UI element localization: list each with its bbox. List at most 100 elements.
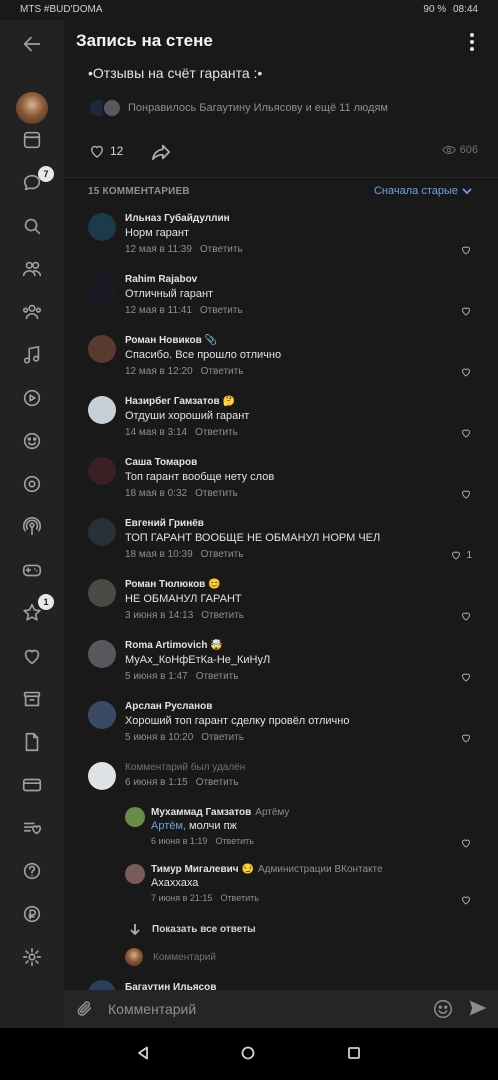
comment-date: 12 мая в 11:39 — [125, 244, 192, 255]
comment-like-button[interactable] — [460, 836, 472, 854]
heart-icon — [462, 246, 470, 255]
avatar[interactable] — [88, 396, 116, 424]
recents-square-icon[interactable] — [347, 1046, 363, 1062]
payments-icon[interactable] — [20, 773, 44, 797]
avatar[interactable] — [88, 274, 116, 302]
comment-like-button[interactable] — [460, 488, 472, 500]
emoji-icon[interactable] — [432, 998, 454, 1025]
games-icon[interactable] — [20, 429, 44, 453]
reply-button[interactable]: Ответить — [201, 732, 244, 743]
reply-button[interactable]: Ответить — [195, 427, 238, 438]
back-triangle-icon[interactable] — [136, 1046, 152, 1062]
comment-author[interactable]: Назирбег Гамзатов 🤔 — [125, 396, 235, 407]
liked-by-row[interactable]: Понравилось Багаутину Ильясову и ещё 11 … — [88, 98, 388, 118]
comment-text-body: молчи пж — [186, 820, 237, 832]
avatar[interactable] — [88, 335, 116, 363]
post-actions: 12 606 — [88, 142, 478, 164]
reply-button[interactable]: Ответить — [200, 244, 243, 255]
sort-dropdown[interactable]: Сначала старые — [374, 185, 472, 197]
comment-author[interactable]: Саша Томаров — [125, 457, 197, 468]
podcasts-icon[interactable] — [20, 515, 44, 539]
comment-author-name: Арслан Русланов — [125, 701, 213, 712]
comment-date: 12 мая в 12:20 — [125, 366, 193, 377]
comment-author[interactable]: Rahim Rajabov — [125, 274, 197, 285]
comment-like-button[interactable] — [460, 427, 472, 439]
wishlist-icon[interactable] — [20, 816, 44, 840]
comment-text: Артём, молчи пж — [151, 820, 237, 832]
avatar[interactable] — [88, 701, 116, 729]
reply-button[interactable]: Ответить — [196, 777, 239, 788]
status-emoji: 😏 — [241, 864, 254, 875]
avatar[interactable] — [88, 640, 116, 668]
reply-button[interactable]: Ответить — [200, 305, 243, 316]
comment-author[interactable]: Арслан Русланов — [125, 701, 212, 712]
comment-author[interactable]: Roma Artimovich 🤯 — [125, 640, 223, 651]
music-icon[interactable] — [20, 343, 44, 367]
reply-button[interactable]: Ответить — [201, 366, 244, 377]
comment-author[interactable]: Мухаммад Гамзатов Артёму — [151, 807, 289, 818]
comment-author[interactable]: Ильназ Губайдуллин — [125, 213, 230, 224]
avatar[interactable] — [125, 864, 145, 884]
comment-like-button[interactable] — [460, 366, 472, 378]
avatar[interactable] — [88, 457, 116, 485]
comment-meta: 7 июня в 21:15 Ответить — [151, 893, 259, 903]
comment-author[interactable]: Евгений Гринёв — [125, 518, 204, 529]
likes-icon[interactable] — [20, 644, 44, 668]
avatar[interactable] — [125, 807, 145, 827]
comment-author[interactable]: Тимур Мигалевич 😏 Администрации ВКонтакте — [151, 864, 383, 875]
help-icon[interactable] — [20, 859, 44, 883]
show-all-replies-button[interactable]: Показать все ответы — [130, 923, 256, 935]
friends-icon[interactable] — [20, 257, 44, 281]
comment-like-button[interactable] — [460, 893, 472, 911]
mention-link[interactable]: Артём, — [151, 820, 186, 832]
comment-like-button[interactable] — [460, 610, 472, 622]
comment-like-button[interactable]: 1 — [450, 549, 472, 561]
gamepad-icon[interactable] — [20, 558, 44, 582]
profile-avatar[interactable] — [16, 92, 48, 124]
comment-input[interactable] — [108, 998, 418, 1020]
video-icon[interactable] — [20, 386, 44, 410]
comment-like-button[interactable] — [460, 671, 472, 683]
attach-icon[interactable] — [76, 999, 94, 1024]
reply-button[interactable]: Ответить — [201, 549, 244, 560]
news-icon[interactable] — [20, 128, 44, 152]
avatar[interactable] — [88, 518, 116, 546]
comment-date: 7 июня в 21:15 — [151, 893, 213, 903]
comment: Евгений Гринёв ТОП ГАРАНТ ВООБЩЕ НЕ ОБМАН… — [64, 518, 498, 578]
settings-icon[interactable] — [20, 945, 44, 969]
avatar[interactable] — [88, 762, 116, 790]
reply-button[interactable]: Ответить — [220, 893, 258, 903]
like-button[interactable]: 12 — [88, 142, 123, 160]
comment-author[interactable]: Роман Тюлюков 😊 — [125, 579, 221, 590]
share-button[interactable] — [150, 142, 172, 167]
comment-text: МуАх_КоНфЕтКа-Не_КиНуЛ — [125, 654, 271, 666]
heart-icon — [462, 307, 470, 316]
avatar[interactable] — [88, 213, 116, 241]
reply-input-row[interactable]: Комментарий — [125, 948, 216, 966]
archive-icon[interactable] — [20, 687, 44, 711]
comment-author[interactable]: Комментарий был удалён — [125, 762, 245, 773]
comment-author[interactable]: Багаутин Ильясов — [125, 982, 216, 990]
heart-icon — [462, 896, 470, 905]
comment-like-button[interactable] — [460, 244, 472, 256]
reply-button[interactable]: Ответить — [195, 488, 238, 499]
comment-like-button[interactable] — [460, 732, 472, 744]
comment-text: Отдуши хороший гарант — [125, 410, 250, 422]
communities-icon[interactable] — [20, 300, 44, 324]
search-icon[interactable] — [20, 214, 44, 238]
documents-icon[interactable] — [20, 730, 44, 754]
eye-icon — [441, 146, 456, 154]
back-arrow-icon[interactable] — [20, 32, 44, 56]
send-icon[interactable] — [468, 998, 488, 1023]
ruble-icon[interactable] — [20, 902, 44, 926]
comment-author[interactable]: Роман Новиков 📎 — [125, 335, 217, 346]
home-circle-icon[interactable] — [241, 1046, 257, 1062]
comment-like-button[interactable] — [460, 305, 472, 317]
avatar[interactable] — [88, 579, 116, 607]
reply-button[interactable]: Ответить — [196, 671, 239, 682]
views-counter: 606 — [441, 144, 478, 156]
reply-button[interactable]: Ответить — [201, 610, 244, 621]
reply-button[interactable]: Ответить — [215, 836, 253, 846]
more-vertical-icon[interactable] — [462, 32, 482, 52]
clips-icon[interactable] — [20, 472, 44, 496]
